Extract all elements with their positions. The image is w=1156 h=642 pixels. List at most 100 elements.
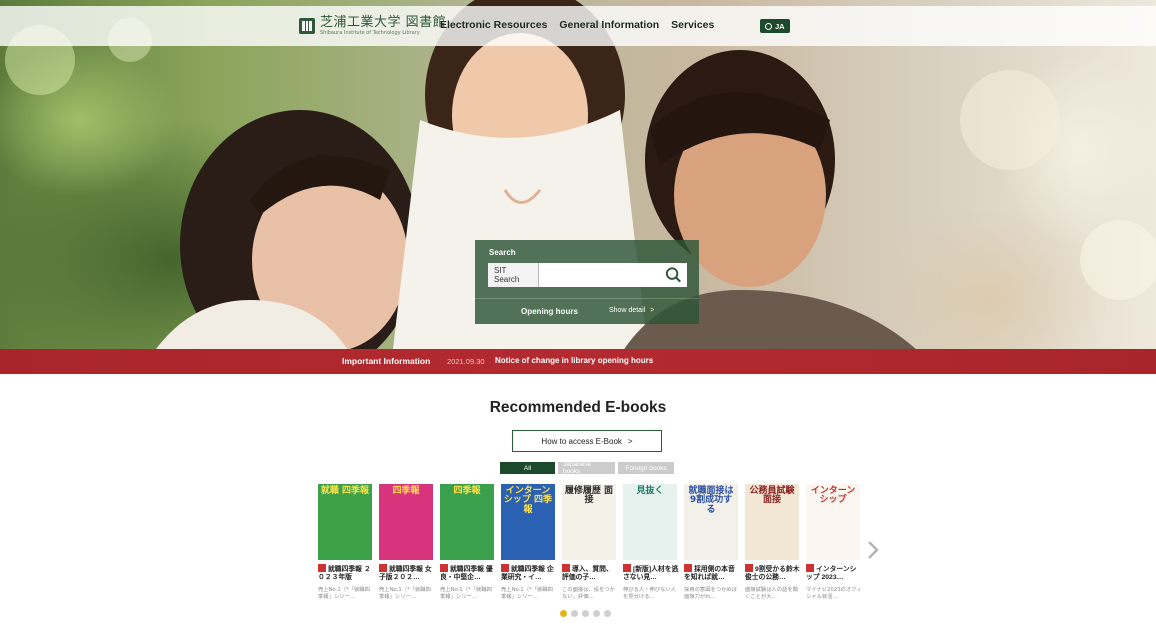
library-logo-icon	[299, 18, 315, 34]
ebook-badge-icon	[562, 564, 570, 572]
ebook-carousel: 就職 四季報 就職四季報 ２０２３年版 売上No.1（*「就職四季報」シリー… 四季報…	[318, 484, 868, 602]
how-to-access-label: How to access E-Book	[541, 436, 622, 446]
filter-foreign-books[interactable]: Foreign books	[618, 462, 674, 474]
book-description: 売上No.1（*「就職四季報」シリー…	[440, 587, 492, 600]
book-cover-image: 四季報	[440, 484, 494, 560]
book-title: 就職四季報 優良・中堅企…	[440, 564, 496, 583]
book-cover-image: インターンシップ 四季報	[501, 484, 555, 560]
book-cover-title: インターンシップ	[810, 486, 856, 506]
logo-english-name: Shibaura Institute of Technology Library	[320, 30, 420, 36]
filter-japanese-books[interactable]: Japanese books	[558, 461, 615, 475]
carousel-dot[interactable]	[560, 610, 567, 617]
language-toggle-button[interactable]: JA	[760, 19, 790, 33]
ebook-badge-icon	[440, 564, 448, 572]
ebook-card[interactable]: 四季報就職四季報 女子版２０２… 売上No.1（*「就職四季報」シリー…	[379, 484, 435, 602]
book-title: 9割受かる鈴木俊士の公務…	[745, 564, 801, 583]
book-title: 就職四季報 ２０２３年版	[318, 564, 374, 583]
ebook-card[interactable]: 四季報就職四季報 優良・中堅企… 売上No.1（*「就職四季報」シリー…	[440, 484, 496, 602]
ebook-badge-icon	[501, 564, 509, 572]
book-cover-title: 見抜く	[636, 486, 664, 496]
nav-services[interactable]: Services	[671, 19, 714, 31]
book-cover-title: 履修履歴 面接	[564, 486, 614, 506]
book-description: 売上No.1（*「就職四季報」シリー…	[379, 587, 431, 600]
book-description: この面接は、役をつかない。評価…	[562, 587, 615, 600]
main-menu: Electronic Resources General Information…	[440, 19, 714, 31]
chevron-right-icon: >	[627, 436, 633, 446]
hero-banner: 芝浦工業大学 図書館 Shibaura Institute of Technol…	[0, 0, 1156, 374]
carousel-pagination	[560, 610, 611, 617]
info-date: 2021.09.30	[447, 357, 485, 366]
ebook-badge-icon	[379, 564, 387, 572]
book-cover-image: 見抜く	[623, 484, 677, 560]
nav-general-information[interactable]: General Information	[559, 19, 659, 31]
book-title: 就職四季報 企業研究・イ…	[501, 564, 557, 583]
ebook-badge-icon	[318, 564, 326, 572]
carousel-dot[interactable]	[582, 610, 589, 617]
search-heading: Search	[489, 248, 516, 257]
ebook-badge-icon	[684, 564, 692, 572]
chevron-right-icon: >	[650, 307, 655, 314]
search-scope-select[interactable]: SIT Search	[488, 263, 539, 287]
nav-electronic-resources[interactable]: Electronic Resources	[440, 19, 547, 31]
book-cover-image: インターンシップ	[806, 484, 860, 560]
opening-hours-label: Opening hours	[521, 307, 578, 316]
info-notice-link[interactable]: Notice of change in library opening hour…	[495, 356, 653, 365]
logo-japanese-name: 芝浦工業大学 図書館	[320, 15, 447, 30]
ebook-card[interactable]: 見抜く [新版]人材を逃さない見… 伸びる人・伸びない人を見分ける…	[623, 484, 679, 602]
book-cover-image: 四季報	[379, 484, 433, 560]
book-cover-title: 就職 四季報	[320, 486, 370, 496]
book-cover-title: 就職面接は 9割成功する	[688, 486, 734, 515]
book-description: マイナビ2023のオフィシャル就活…	[806, 587, 862, 600]
book-title-text: [新版]人材を逃さない見…	[623, 566, 679, 582]
book-title: 就職四季報 女子版２０２…	[379, 564, 435, 583]
book-cover-title: 四季報	[453, 486, 481, 496]
search-panel: Search SIT Search Opening hours Show det…	[475, 240, 699, 324]
ebook-card[interactable]: 就職面接は 9割成功する採用側の本音を知れば就… 採用の意図をつかめば面接力がわ…	[684, 484, 740, 602]
how-to-access-ebook-button[interactable]: How to access E-Book >	[512, 430, 662, 452]
search-bar: SIT Search	[488, 263, 687, 287]
book-title: 採用側の本音を知れば就…	[684, 564, 740, 583]
language-label: JA	[775, 21, 785, 31]
ebook-card[interactable]: 公務員試験 面接 9割受かる鈴木俊士の公務… 面接試験は人の話を聞くことが大…	[745, 484, 801, 602]
opening-hours-row: Opening hours Show detail >	[475, 298, 699, 324]
filter-all[interactable]: All	[500, 462, 555, 474]
book-title: 導入、質問、評価の子…	[562, 564, 618, 583]
section-title: Recommended E-books	[489, 399, 667, 416]
important-info-bar: Important Information 2021.09.30 Notice …	[0, 349, 1156, 374]
book-title: [新版]人材を逃さない見…	[623, 564, 679, 583]
carousel-dot[interactable]	[593, 610, 600, 617]
carousel-dot[interactable]	[571, 610, 578, 617]
ebook-card[interactable]: インターンシップ 四季報就職四季報 企業研究・イ… 売上No.1（*「就職四季報」…	[501, 484, 557, 602]
book-title: インターンシップ 2023…	[806, 564, 862, 583]
book-filter-tabs: All Japanese books Foreign books	[500, 461, 674, 475]
ebook-badge-icon	[623, 564, 631, 572]
book-description: 売上No.1（*「就職四季報」シリー…	[318, 587, 370, 600]
book-cover-image: 就職 四季報	[318, 484, 372, 560]
carousel-dot[interactable]	[604, 610, 611, 617]
show-detail-label: Show detail	[609, 307, 646, 314]
book-description: 面接試験は人の話を聞くことが大…	[745, 587, 798, 600]
top-navigation: 芝浦工業大学 図書館 Shibaura Institute of Technol…	[0, 6, 1156, 46]
book-cover-image: 公務員試験 面接	[745, 484, 799, 560]
library-logo[interactable]: 芝浦工業大学 図書館 Shibaura Institute of Technol…	[298, 12, 446, 40]
ebook-card[interactable]: 就職 四季報就職四季報 ２０２３年版売上No.1（*「就職四季報」シリー…	[318, 484, 374, 602]
globe-icon	[765, 22, 772, 30]
search-icon[interactable]	[664, 265, 683, 285]
book-description: 伸びる人・伸びない人を見分ける…	[623, 587, 676, 600]
book-cover-image: 就職面接は 9割成功する	[684, 484, 738, 560]
book-cover-title: インターンシップ 四季報	[503, 486, 553, 515]
carousel-next-icon[interactable]	[866, 540, 880, 560]
book-title-text: 9割受かる鈴木俊士の公務…	[745, 566, 800, 582]
book-cover-title: 四季報	[392, 486, 420, 496]
search-input[interactable]	[538, 264, 664, 286]
info-title: Important Information	[342, 356, 431, 366]
book-cover-image: 履修履歴 面接	[562, 484, 616, 560]
ebook-badge-icon	[745, 564, 753, 572]
ebook-badge-icon	[806, 564, 814, 572]
book-description: 採用の意図をつかめば面接力がわ…	[684, 587, 737, 600]
book-cover-title: 公務員試験 面接	[749, 486, 795, 506]
ebook-card[interactable]: インターンシップ インターンシップ 2023… マイナビ2023のオフィシャル就活…	[806, 484, 862, 602]
show-detail-link[interactable]: Show detail >	[609, 307, 654, 314]
ebook-card[interactable]: 履修履歴 面接 導入、質問、評価の子… この面接は、役をつかない。評価…	[562, 484, 618, 602]
book-description: 売上No.1（*「就職四季報」シリー…	[501, 587, 553, 600]
